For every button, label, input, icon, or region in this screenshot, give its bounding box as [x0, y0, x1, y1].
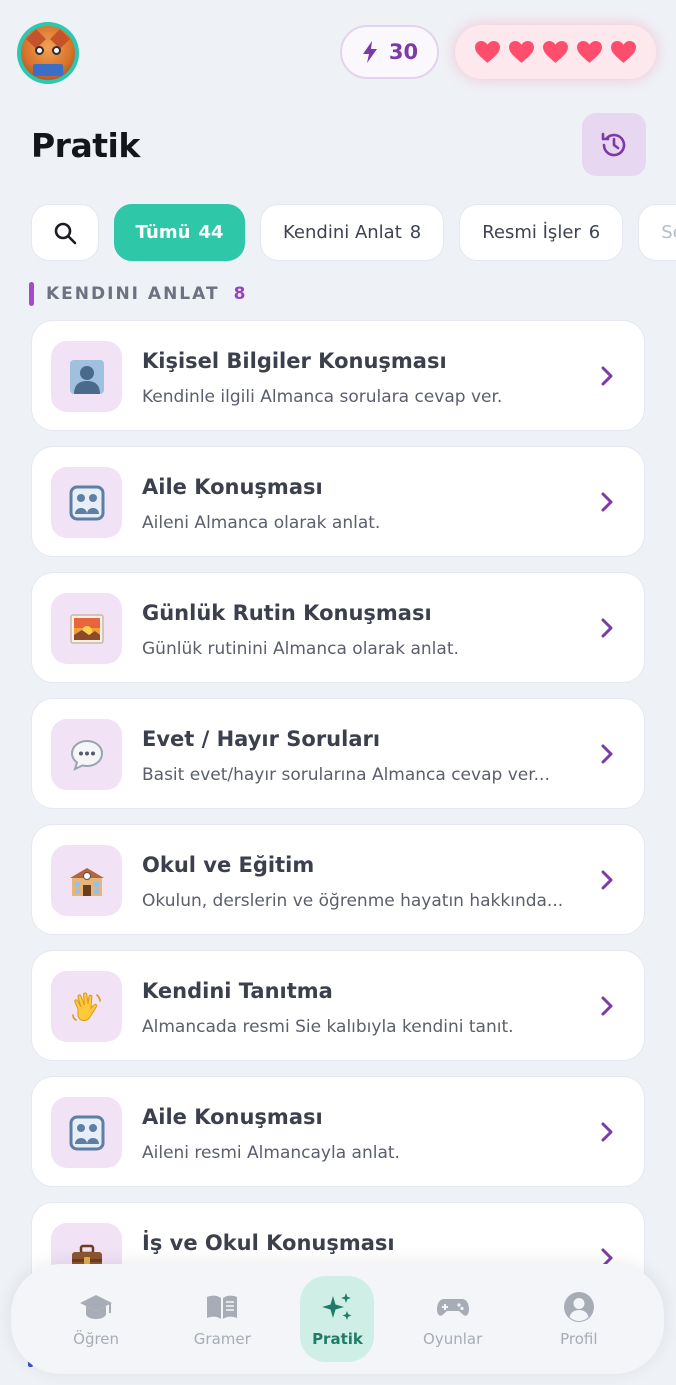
card-icon-tile — [51, 971, 122, 1042]
card-icon-tile — [51, 1097, 122, 1168]
card-title: Evet / Hayır Soruları — [142, 727, 381, 751]
chevron-right-icon — [601, 492, 613, 512]
streak-count: 30 — [388, 40, 419, 64]
speech-bubble-icon — [70, 739, 103, 771]
chip-count: 6 — [588, 222, 601, 243]
practice-card[interactable]: Günlük Rutin Konuşması Günlük rutinini A… — [31, 572, 645, 683]
search-button[interactable] — [31, 204, 99, 261]
user-circle-icon — [563, 1291, 594, 1322]
school-icon — [69, 867, 104, 896]
nav-item-pratik[interactable]: Pratik — [300, 1276, 375, 1362]
chip-partial[interactable]: Se — [638, 204, 676, 261]
chevron-right-icon — [601, 996, 613, 1016]
practice-card[interactable]: Kişisel Bilgiler Konuşması Kendinle ilgi… — [31, 320, 645, 431]
card-icon-tile — [51, 719, 122, 790]
card-title: Günlük Rutin Konuşması — [142, 601, 432, 625]
nav-item-oyunlar[interactable]: Oyunlar — [405, 1276, 501, 1362]
nav-label: Pratik — [312, 1329, 363, 1348]
nav-label: Profil — [560, 1329, 598, 1348]
card-title: Aile Konuşması — [142, 1105, 323, 1129]
chip-label: Tümü — [135, 222, 191, 243]
lightning-bolt-icon — [362, 41, 377, 63]
chevron-right-icon — [601, 744, 613, 764]
history-clock-icon — [601, 132, 626, 156]
section-accent-bar — [29, 282, 34, 306]
card-title: Okul ve Eğitim — [142, 853, 315, 877]
practice-list: Kişisel Bilgiler Konuşması Kendinle ilgi… — [31, 320, 645, 1313]
family-icon — [69, 485, 104, 520]
search-icon — [54, 222, 77, 244]
chip-count: 44 — [198, 222, 224, 243]
section-title: KENDINI ANLAT — [46, 284, 220, 304]
card-subtitle: Basit evet/hayır sorularına Almanca ceva… — [142, 765, 550, 785]
card-subtitle: Okulun, derslerin ve öğrenme hayatın hak… — [142, 891, 564, 911]
waving-hand-icon — [71, 992, 101, 1021]
streak-badge[interactable]: 30 — [340, 25, 439, 79]
practice-card[interactable]: Okul ve Eğitim Okulun, derslerin ve öğre… — [31, 824, 645, 935]
practice-card[interactable]: Aile Konuşması Aileni resmi Almancayla a… — [31, 1076, 645, 1187]
page-title: Pratik — [31, 126, 140, 165]
practice-card[interactable]: Aile Konuşması Aileni Almanca olarak anl… — [31, 446, 645, 557]
hearts-badge[interactable] — [455, 25, 656, 79]
nav-item-profil[interactable]: Profil — [531, 1276, 627, 1362]
section-count: 8 — [233, 284, 246, 304]
nav-label: Öğren — [73, 1329, 120, 1348]
section-header: KENDINI ANLAT 8 — [29, 282, 245, 306]
card-subtitle: Kendinle ilgili Almanca sorulara cevap v… — [142, 387, 503, 407]
heart-icon — [543, 40, 568, 63]
nav-item-gramer[interactable]: Gramer — [174, 1276, 270, 1362]
chip-tumu[interactable]: Tümü 44 — [114, 204, 245, 261]
filter-chips: Tümü 44 Kendini Anlat 8 Resmi İşler 6 Se — [31, 204, 676, 261]
card-icon-tile — [51, 593, 122, 664]
open-book-icon — [207, 1295, 238, 1319]
card-icon-tile — [51, 467, 122, 538]
gamepad-icon — [436, 1298, 469, 1316]
person-silhouette-icon — [69, 359, 104, 394]
chip-resmi-isler[interactable]: Resmi İşler 6 — [459, 204, 624, 261]
card-title: Kendini Tanıtma — [142, 979, 333, 1003]
sunrise-icon — [69, 613, 104, 644]
card-title: Kişisel Bilgiler Konuşması — [142, 349, 447, 373]
nav-label: Gramer — [193, 1329, 251, 1348]
nav-label: Oyunlar — [423, 1329, 483, 1348]
sparkles-icon — [322, 1292, 352, 1320]
card-icon-tile — [51, 845, 122, 916]
practice-card[interactable]: Kendini Tanıtma Almancada resmi Sie kalı… — [31, 950, 645, 1061]
card-title: İş ve Okul Konuşması — [142, 1231, 395, 1255]
avatar[interactable] — [17, 22, 79, 84]
family-icon — [69, 1115, 104, 1150]
card-subtitle: Almancada resmi Sie kalıbıyla kendini ta… — [142, 1017, 514, 1037]
bottom-nav: Öğren Gramer Pratik Oyunlar Profil — [11, 1264, 664, 1374]
history-button[interactable] — [582, 113, 646, 176]
fox-reading-avatar — [21, 26, 75, 80]
card-title: Aile Konuşması — [142, 475, 323, 499]
card-subtitle: Aileni Almanca olarak anlat. — [142, 513, 381, 533]
chip-label: Resmi İşler — [482, 222, 581, 243]
chevron-right-icon — [601, 366, 613, 386]
card-icon-tile — [51, 341, 122, 412]
heart-icon — [509, 40, 534, 63]
heart-icon — [475, 40, 500, 63]
heart-icon — [611, 40, 636, 63]
practice-card[interactable]: Evet / Hayır Soruları Basit evet/hayır s… — [31, 698, 645, 809]
chip-kendini-anlat[interactable]: Kendini Anlat 8 — [260, 204, 445, 261]
chip-label: Se — [661, 222, 676, 243]
heart-icon — [577, 40, 602, 63]
chevron-right-icon — [601, 870, 613, 890]
nav-item-ogren[interactable]: Öğren — [48, 1276, 144, 1362]
chip-label: Kendini Anlat — [283, 222, 402, 243]
graduation-cap-icon — [80, 1294, 113, 1319]
chevron-right-icon — [601, 1122, 613, 1142]
chevron-right-icon — [601, 618, 613, 638]
card-subtitle: Günlük rutinini Almanca olarak anlat. — [142, 639, 459, 659]
card-subtitle: Aileni resmi Almancayla anlat. — [142, 1143, 400, 1163]
chip-count: 8 — [409, 222, 422, 243]
